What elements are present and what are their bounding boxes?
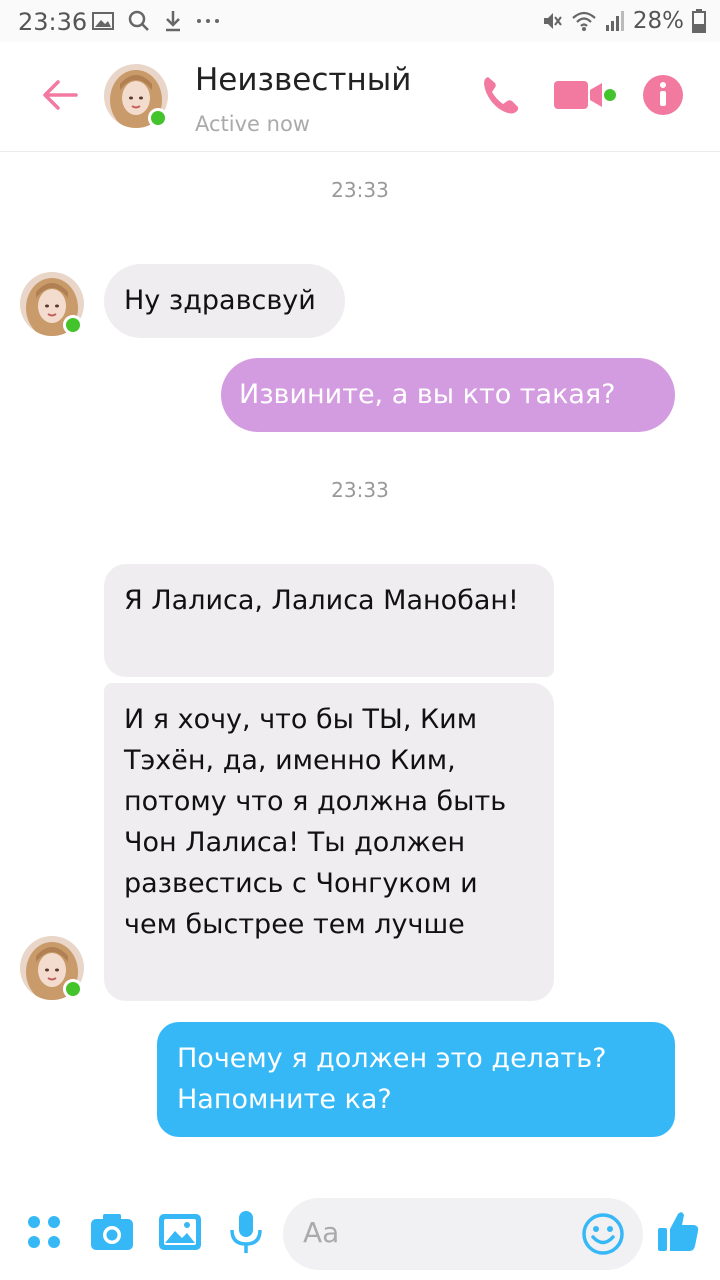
camera-icon[interactable] (88, 1208, 136, 1256)
gallery-icon[interactable] (156, 1208, 204, 1256)
contact-status: Active now (195, 112, 310, 136)
more-notifications-icon (197, 19, 219, 23)
online-indicator (148, 108, 168, 128)
system-icons: 28% (541, 8, 706, 34)
message-timestamp: 23:33 (331, 178, 389, 202)
outgoing-message[interactable]: Почему я должен это делать? Напомните ка… (157, 1022, 675, 1137)
emoji-icon[interactable] (581, 1212, 625, 1256)
video-call-icon[interactable] (552, 72, 622, 118)
mute-icon (543, 13, 562, 29)
battery-percent: 28% (632, 8, 684, 34)
online-indicator (63, 979, 83, 999)
incoming-message[interactable]: И я хочу, что бы ТЫ, Ким Тэхён, да, имен… (104, 683, 554, 1001)
back-arrow-icon[interactable] (40, 75, 80, 115)
info-icon[interactable] (640, 72, 686, 118)
phone-call-icon[interactable] (478, 72, 524, 118)
online-indicator (63, 315, 83, 335)
battery-icon (692, 9, 706, 33)
signal-icon (605, 11, 624, 31)
message-timestamp: 23:33 (331, 478, 389, 502)
microphone-icon[interactable] (222, 1208, 270, 1256)
message-composer: Aa (0, 1190, 720, 1280)
status-bar: 23:36 28% (0, 0, 720, 42)
incoming-message[interactable]: Ну здравсвуй (104, 264, 345, 338)
download-notification-icon (166, 11, 180, 32)
status-time: 23:36 (18, 8, 88, 36)
chat-header: Неизвестный Active now (0, 42, 720, 152)
search-notification-icon (128, 10, 149, 31)
message-input-placeholder: Aa (303, 1216, 340, 1249)
contact-name[interactable]: Неизвестный (195, 62, 411, 98)
notification-icons (92, 10, 220, 32)
menu-dots-icon[interactable] (20, 1208, 68, 1256)
message-input[interactable]: Aa (283, 1198, 643, 1270)
thumbs-up-icon[interactable] (655, 1208, 701, 1254)
image-notification-icon (92, 12, 114, 30)
outgoing-message[interactable]: Извините, а вы кто такая? (221, 358, 675, 432)
incoming-message[interactable]: Я Лалиса, Лалиса Манобан! (104, 564, 554, 677)
wifi-icon (572, 11, 596, 31)
